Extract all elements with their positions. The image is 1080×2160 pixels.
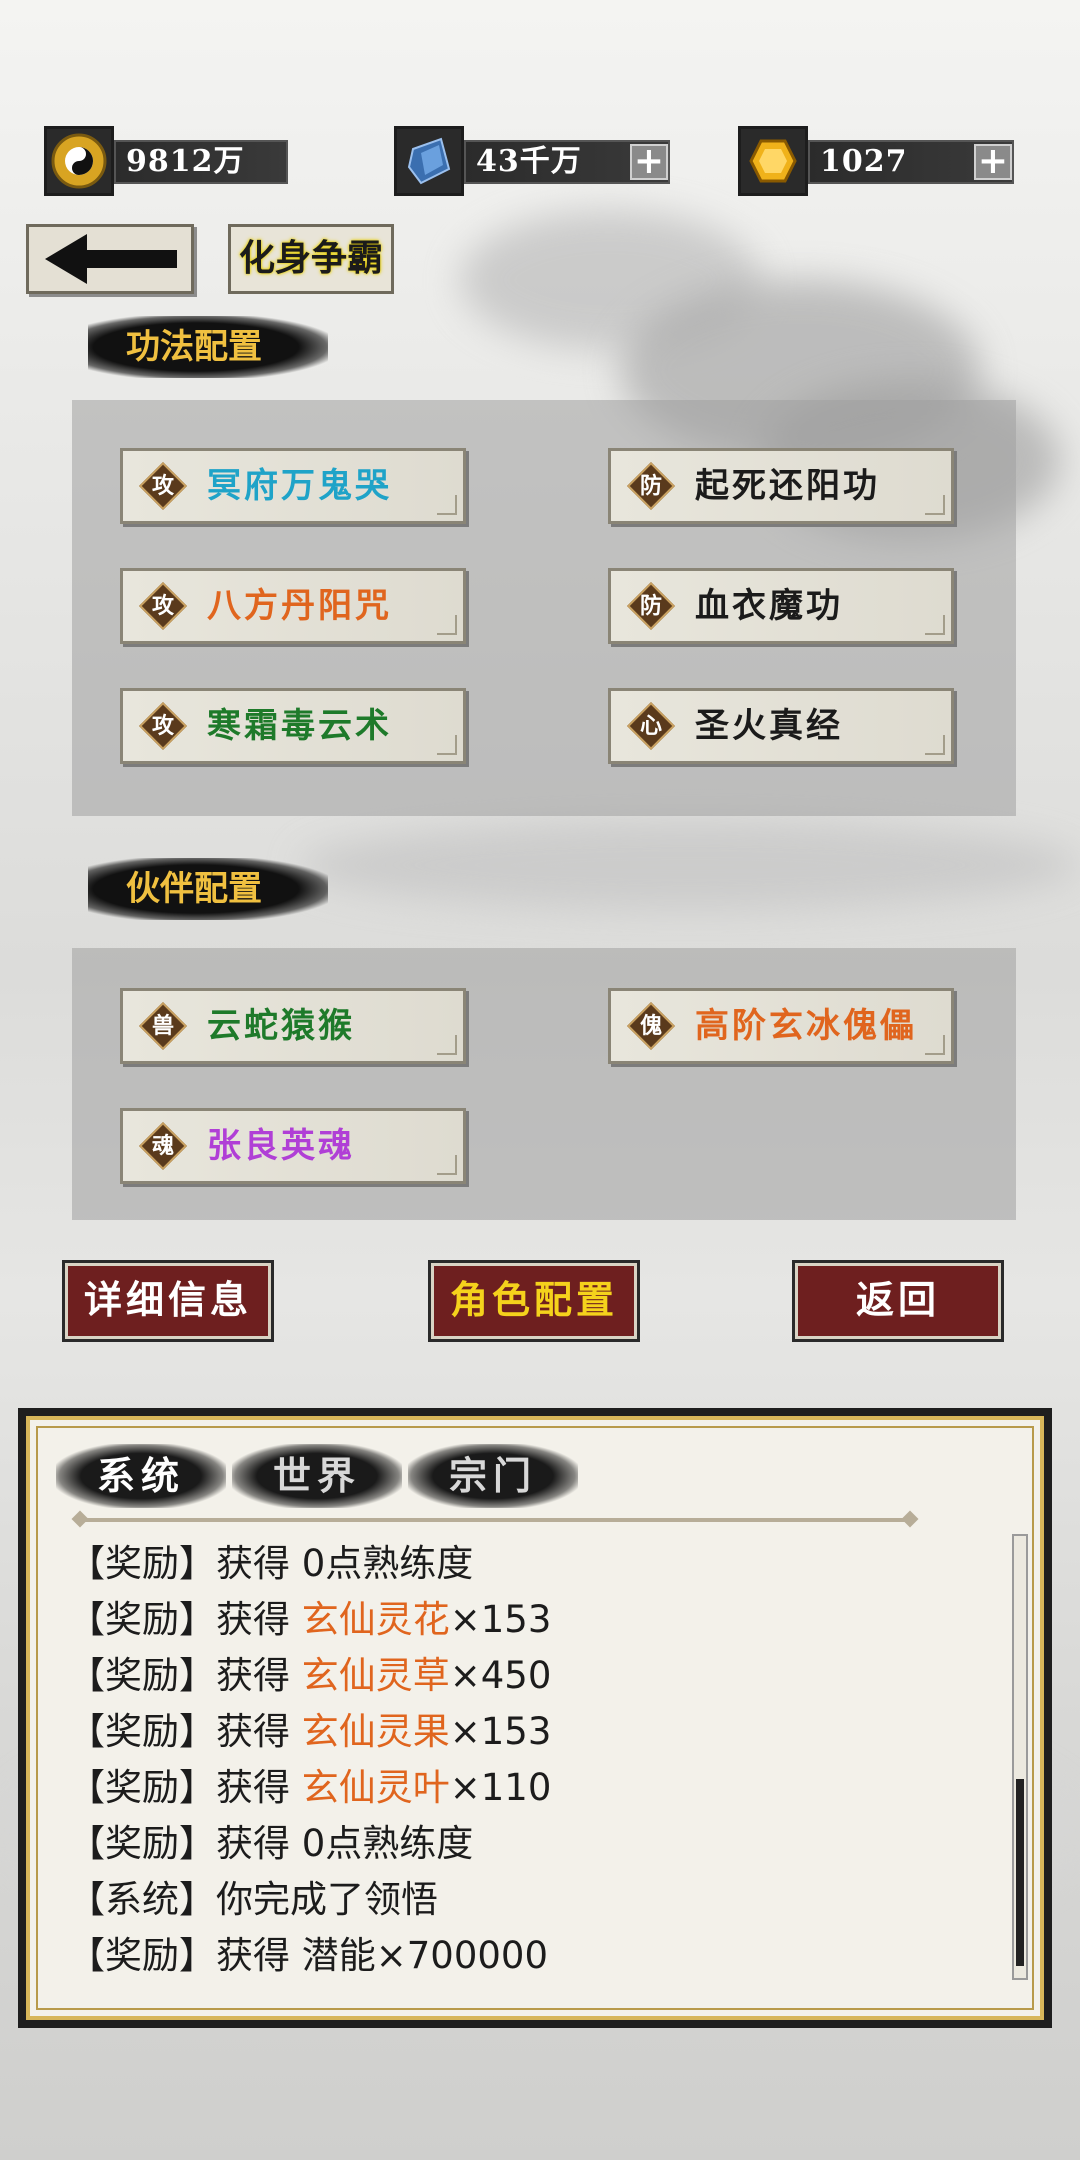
defense-badge-icon: 防 <box>626 461 676 511</box>
partner-name: 张良英魂 <box>207 1126 355 1166</box>
attack-badge-icon: 攻 <box>138 461 188 511</box>
log-line: 【奖励】获得 玄仙灵草×450 <box>68 1654 552 1697</box>
skill-name: 起死还阳功 <box>695 466 880 506</box>
gold-gem-icon <box>738 126 808 196</box>
scrollbar-thumb[interactable] <box>1016 1779 1024 1966</box>
skill-name: 寒霜毒云术 <box>207 706 392 746</box>
partner-slot-1[interactable]: 兽 云蛇猿猴 <box>120 988 466 1064</box>
page-title: 化身争霸 <box>228 224 394 294</box>
log-line: 【奖励】获得 玄仙灵花×153 <box>68 1598 552 1641</box>
coins-value: 9812万 <box>114 140 288 184</box>
soul-badge-icon: 魂 <box>138 1121 188 1171</box>
yin-yang-coin-icon <box>44 126 114 196</box>
detail-info-button[interactable]: 详细信息 <box>62 1260 274 1342</box>
tab-world[interactable]: 世界 <box>232 1444 402 1508</box>
gongfa-header: 功法配置 <box>88 316 328 378</box>
arrow-left-icon <box>45 234 177 284</box>
skill-name: 血衣魔功 <box>695 586 843 626</box>
role-config-button[interactable]: 角色配置 <box>428 1260 640 1342</box>
resource-crystal: 43千万 + <box>394 126 674 196</box>
heart-badge-icon: 心 <box>626 701 676 751</box>
tab-system[interactable]: 系统 <box>56 1444 226 1508</box>
gongfa-slot-3[interactable]: 攻 八方丹阳咒 <box>120 568 466 644</box>
skill-name: 圣火真经 <box>695 706 843 746</box>
gongfa-slot-2[interactable]: 防 起死还阳功 <box>608 448 954 524</box>
huoban-header: 伙伴配置 <box>88 858 328 920</box>
skill-name: 八方丹阳咒 <box>207 586 392 626</box>
puppet-badge-icon: 傀 <box>626 1001 676 1051</box>
back-arrow-button[interactable] <box>26 224 194 294</box>
gongfa-slot-4[interactable]: 防 血衣魔功 <box>608 568 954 644</box>
tab-sect[interactable]: 宗门 <box>408 1444 578 1508</box>
gongfa-slot-6[interactable]: 心 圣火真经 <box>608 688 954 764</box>
partner-name: 云蛇猿猴 <box>207 1006 355 1046</box>
gongfa-slot-1[interactable]: 攻 冥府万鬼哭 <box>120 448 466 524</box>
partner-slot-2[interactable]: 傀 高阶玄冰傀儡 <box>608 988 954 1064</box>
log-line: 【系统】你完成了领悟 <box>68 1878 438 1921</box>
log-line: 【奖励】获得 0点熟练度 <box>68 1822 474 1865</box>
resource-gold: 1027 + <box>738 126 1018 196</box>
gongfa-slot-5[interactable]: 攻 寒霜毒云术 <box>120 688 466 764</box>
log-line: 【奖励】获得 0点熟练度 <box>68 1542 474 1585</box>
partner-slot-3[interactable]: 魂 张良英魂 <box>120 1108 466 1184</box>
beast-badge-icon: 兽 <box>138 1001 188 1051</box>
resource-coins: 9812万 <box>44 126 288 196</box>
add-crystal-button[interactable]: + <box>630 143 668 180</box>
partner-name: 高阶玄冰傀儡 <box>695 1006 917 1046</box>
return-button[interactable]: 返回 <box>792 1260 1004 1342</box>
log-lines: 【奖励】获得 0点熟练度 【奖励】获得 玄仙灵花×153 【奖励】获得 玄仙灵草… <box>68 1536 988 1984</box>
log-scrollbar[interactable] <box>1012 1534 1028 1980</box>
log-line: 【奖励】获得 玄仙灵果×153 <box>68 1710 552 1753</box>
log-line: 【奖励】获得 玄仙灵叶×110 <box>68 1766 552 1809</box>
add-gold-button[interactable]: + <box>974 143 1012 180</box>
tab-divider <box>80 1518 910 1522</box>
defense-badge-icon: 防 <box>626 581 676 631</box>
attack-badge-icon: 攻 <box>138 701 188 751</box>
log-line: 【奖励】获得 潜能×700000 <box>68 1934 549 1977</box>
attack-badge-icon: 攻 <box>138 581 188 631</box>
skill-name: 冥府万鬼哭 <box>207 466 392 506</box>
blue-crystal-icon <box>394 126 464 196</box>
